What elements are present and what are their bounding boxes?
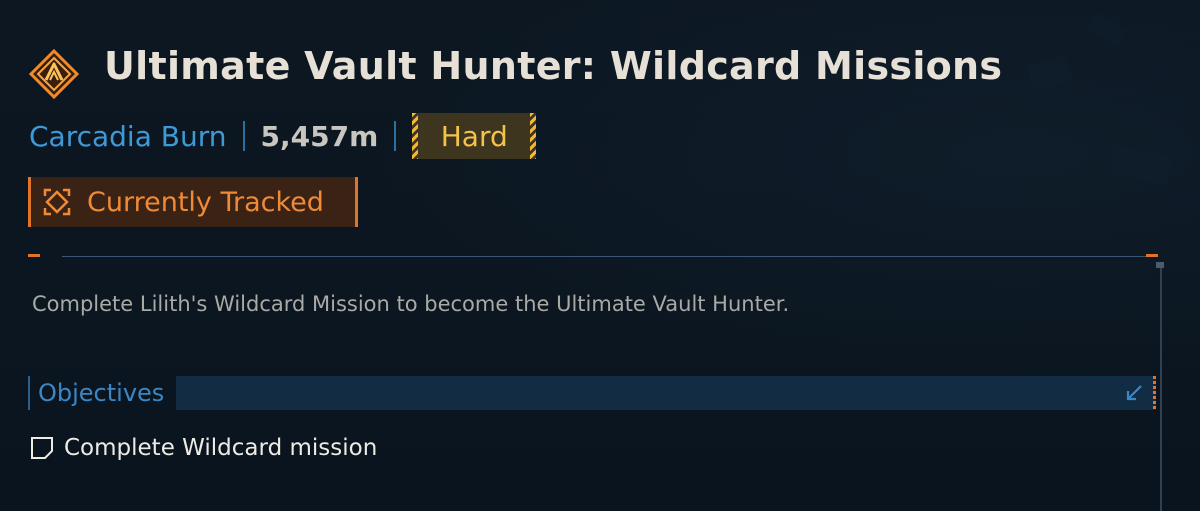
- scrollbar-thumb[interactable]: [1156, 262, 1164, 268]
- meta-separator: [242, 121, 245, 151]
- section-divider: [62, 256, 1156, 257]
- meta-separator: [394, 121, 397, 151]
- difficulty-badge-edge: [530, 113, 537, 159]
- objective-checkbox-icon: [31, 437, 53, 459]
- mission-title: Ultimate Vault Hunter: Wildcard Missions: [104, 44, 1003, 88]
- background-shard: [1107, 144, 1173, 186]
- mission-meta-row: Carcadia Burn 5,457m Hard: [29, 111, 537, 161]
- objectives-header-edge: [1153, 376, 1156, 410]
- vault-hunter-mission-icon: [28, 48, 80, 100]
- scrollbar-track[interactable]: [1160, 262, 1162, 511]
- divider-tick-right: [1146, 254, 1158, 257]
- objective-text: Complete Wildcard mission: [64, 435, 378, 461]
- difficulty-badge-edge: [412, 113, 419, 159]
- currently-tracked-badge[interactable]: Currently Tracked: [28, 177, 358, 227]
- collapse-arrow-icon[interactable]: [1124, 383, 1144, 403]
- divider-tick-left: [28, 254, 40, 257]
- tracked-target-icon: [43, 188, 71, 216]
- background-shard: [1026, 54, 1074, 94]
- objective-item: Complete Wildcard mission: [30, 430, 377, 466]
- objectives-header-fill: [176, 376, 1156, 410]
- difficulty-label: Hard: [440, 119, 508, 153]
- difficulty-badge: Hard: [412, 113, 537, 159]
- mission-description: Complete Lilith's Wildcard Mission to be…: [32, 292, 790, 316]
- mission-location: Carcadia Burn: [29, 119, 227, 153]
- currently-tracked-label: Currently Tracked: [87, 186, 324, 218]
- objectives-header[interactable]: Objectives: [28, 376, 1156, 410]
- objectives-label: Objectives: [38, 379, 165, 407]
- mission-distance: 5,457m: [260, 119, 379, 153]
- background-shard: [1087, 12, 1127, 48]
